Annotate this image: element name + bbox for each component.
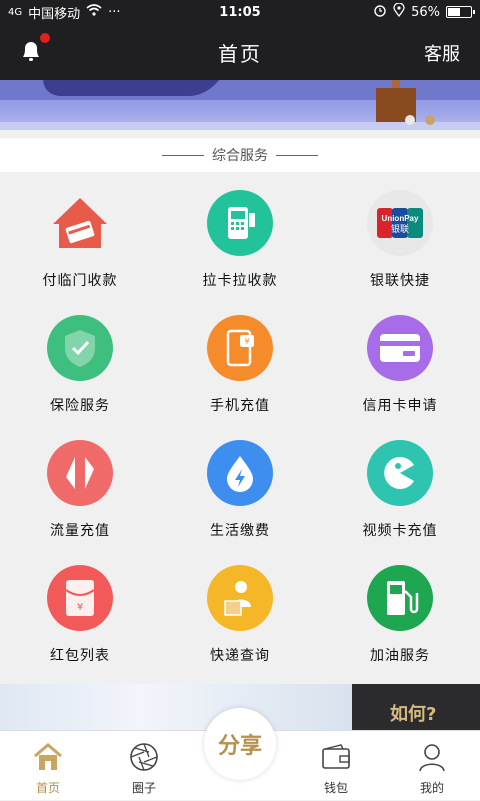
alarm-icon [373, 3, 387, 21]
customer-service-button[interactable]: 客服 [424, 40, 460, 66]
tab-label: 钱包 [323, 781, 348, 795]
shield-check-icon [47, 315, 113, 381]
service-label: 生活缴费 [210, 523, 270, 539]
wifi-icon [86, 4, 102, 20]
service-item[interactable]: 加油服务 [320, 547, 480, 672]
service-item[interactable]: 生活缴费 [160, 422, 320, 547]
signal-icon: 4G [8, 6, 23, 18]
service-label: 信用卡申请 [362, 398, 438, 414]
tab-wallet[interactable]: 钱包 [288, 731, 384, 801]
banner-dot[interactable] [405, 115, 415, 125]
promo-photo [0, 684, 352, 730]
arrows-up-down-icon [47, 440, 113, 506]
divider-line [276, 154, 318, 156]
location-icon [393, 2, 405, 21]
service-label: 银联快捷 [370, 273, 430, 289]
service-label: 视频卡充值 [362, 523, 438, 539]
credit-card-icon [367, 315, 433, 381]
user-icon [416, 741, 448, 773]
tab-home[interactable]: 首页 [0, 731, 96, 801]
svg-text:¥: ¥ [244, 337, 249, 346]
banner-dot[interactable] [425, 115, 435, 125]
service-label: 付临门收款 [42, 273, 118, 289]
house-card-icon [47, 190, 113, 256]
service-item[interactable]: 视频卡充值 [320, 422, 480, 547]
service-item[interactable]: 信用卡申请 [320, 297, 480, 422]
service-label: 拉卡拉收款 [202, 273, 278, 289]
tab-label: 首页 [35, 781, 60, 795]
service-label: 快递查询 [210, 648, 270, 664]
service-label: 加油服务 [370, 648, 430, 664]
service-item[interactable]: ¥ 手机充值 [160, 297, 320, 422]
aperture-icon [128, 741, 160, 773]
top-nav-bar: 首页 客服 [0, 24, 480, 80]
notification-bell-icon[interactable] [18, 38, 44, 64]
section-title: 综合服务 [212, 148, 268, 164]
home-icon [32, 741, 64, 773]
service-label: 红包列表 [50, 648, 110, 664]
tab-label: 我的 [419, 781, 444, 795]
share-button[interactable]: 分享 [204, 708, 276, 780]
service-label: 手机充值 [210, 398, 270, 414]
svg-text:¥: ¥ [77, 602, 83, 613]
battery-percent: 56% [411, 4, 440, 20]
gas-pump-icon [367, 565, 433, 631]
section-header: 综合服务 [0, 138, 480, 172]
service-item[interactable]: 流量充值 [0, 422, 160, 547]
service-grid: 付临门收款 拉卡拉收款 UnionPay 银联银联快捷保险服务 ¥ 手机充值 信用卡申请流量… [0, 172, 480, 684]
red-envelope-icon: ¥ [47, 565, 113, 631]
battery-icon [446, 6, 475, 18]
tab-me[interactable]: 我的 [384, 731, 480, 801]
more-dots: ··· [108, 4, 121, 20]
tab-circle[interactable]: 圈子 [96, 731, 192, 801]
divider-line [162, 154, 204, 156]
service-item[interactable]: 拉卡拉收款 [160, 172, 320, 297]
page-title: 首页 [218, 41, 262, 66]
service-item[interactable]: 付临门收款 [0, 172, 160, 297]
status-bar: 4G 中国移动 ··· 11:05 56% [0, 0, 480, 24]
courier-box-icon [207, 565, 273, 631]
service-item[interactable]: 保险服务 [0, 297, 160, 422]
service-label: 保险服务 [50, 398, 110, 414]
water-drop-bolt-icon [207, 440, 273, 506]
service-label: 流量充值 [50, 523, 110, 539]
carrier-label: 中国移动 [28, 6, 81, 22]
promo-text: 如何? [390, 704, 437, 725]
unionpay-text: UnionPay [382, 214, 419, 223]
wallet-icon [320, 741, 352, 773]
notification-badge [40, 33, 50, 43]
tab-label: 圈子 [131, 781, 156, 795]
phone-yen-icon: ¥ [207, 315, 273, 381]
service-item[interactable]: ¥ 红包列表 [0, 547, 160, 672]
pos-terminal-icon [207, 190, 273, 256]
unionpay-icon: UnionPay 银联 [367, 190, 433, 256]
video-pacman-icon [367, 440, 433, 506]
service-item[interactable]: UnionPay 银联银联快捷 [320, 172, 480, 297]
unionpay-text: 银联 [391, 223, 409, 235]
service-item[interactable]: 快递查询 [160, 547, 320, 672]
